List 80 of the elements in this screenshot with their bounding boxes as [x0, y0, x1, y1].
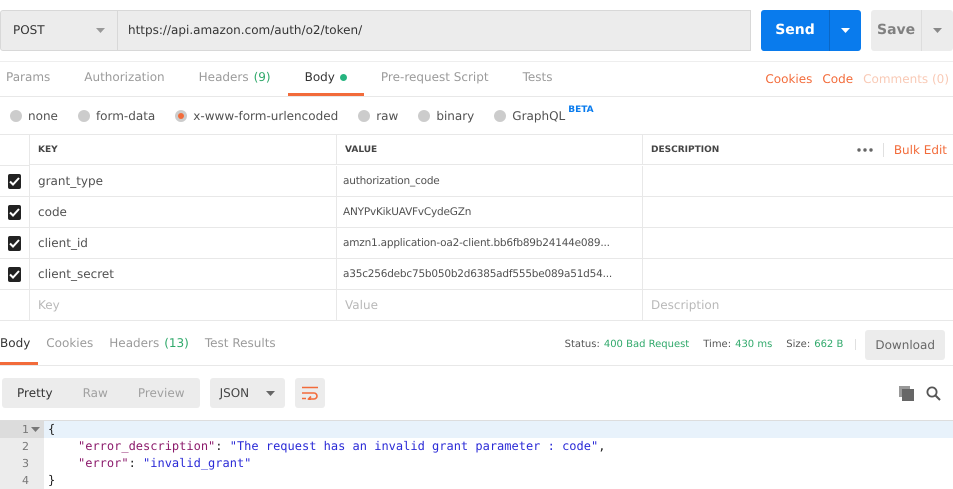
tab-count: (9) [254, 70, 271, 84]
checkbox[interactable] [8, 266, 21, 282]
fold-icon[interactable] [31, 426, 40, 432]
table-cell: grant_type [30, 166, 337, 198]
column-header: KEY [30, 135, 337, 166]
request-tab[interactable]: Headers (9) [182, 62, 288, 96]
request-tab[interactable]: Body [288, 62, 364, 96]
tab-count: (13) [164, 336, 189, 350]
request-tab[interactable]: Pre-request Script [364, 62, 506, 96]
tab-link[interactable]: Cookies [765, 72, 812, 86]
status-label: Status: [564, 339, 600, 350]
code-line: { [47, 422, 56, 436]
table-cell: ANYPvKikUAVFvCydeGZn [337, 197, 643, 228]
column-header: DESCRIPTION [651, 144, 720, 155]
beta-label: BETA [568, 104, 594, 115]
code-line: "error_description": "The request has an invalid grant parameter : code", [77, 439, 606, 454]
bulk-edit-link[interactable]: Bulk Edit [882, 142, 947, 157]
view-mode-button[interactable]: Raw [68, 378, 123, 408]
request-tab[interactable]: Tests [506, 62, 570, 96]
status-label: Time: [703, 339, 732, 350]
request-tab[interactable]: Params [0, 62, 68, 96]
caret-icon [841, 28, 850, 33]
send-dropdown-button[interactable] [829, 10, 861, 51]
table-cell: authorization_code [337, 166, 643, 198]
response-tab[interactable]: Body [0, 324, 38, 366]
wrap-button[interactable] [294, 378, 325, 408]
radio-button[interactable] [418, 110, 430, 122]
response-tab[interactable]: Test Results [196, 324, 284, 366]
placeholder-text[interactable]: Value [337, 290, 643, 322]
method-dropdown[interactable]: POST [0, 10, 118, 51]
placeholder-text[interactable]: Description [643, 290, 953, 322]
table-cell: amzn1.application-oa2-client.bb6fb89b24144e089... [337, 228, 643, 260]
radio-button[interactable] [78, 110, 90, 122]
checkbox[interactable] [8, 236, 21, 251]
placeholder-text[interactable]: Key [30, 290, 337, 322]
radio-label: raw [376, 108, 398, 123]
caret-icon [266, 390, 275, 396]
status-value: 400 Bad Request [604, 339, 690, 350]
wrap-lines-icon [300, 386, 319, 400]
view-mode-button[interactable]: Pretty [2, 378, 68, 408]
code-line: } [47, 473, 56, 488]
table-cell: client_id [30, 228, 337, 260]
request-tab[interactable]: Authorization [67, 62, 182, 96]
status-value: 430 ms [735, 339, 772, 350]
radio-button[interactable] [10, 110, 22, 122]
radio-button[interactable] [358, 110, 370, 122]
line-number: 2 [22, 440, 29, 453]
radio-label: binary [436, 108, 474, 123]
status-label: Size: [786, 339, 810, 350]
caret-icon [96, 28, 105, 33]
radio-label: form-data [96, 108, 156, 123]
response-tab[interactable]: Cookies [38, 324, 102, 366]
checkbox[interactable] [8, 204, 21, 220]
more-icon[interactable] [856, 148, 873, 152]
line-number: 4 [22, 474, 29, 487]
code-line: "error": "invalid_grant" [77, 456, 252, 470]
table-cell: client_secret [30, 259, 337, 290]
copy-icon[interactable] [899, 386, 914, 401]
radio-label: x-www-form-urlencoded [193, 108, 338, 123]
table-cell: code [30, 197, 337, 228]
url-field[interactable]: https://api.amazon.com/auth/o2/token/ [118, 10, 751, 51]
tab-link[interactable]: Code [822, 72, 854, 86]
search-icon[interactable] [926, 386, 941, 401]
save-button[interactable]: Save [871, 10, 921, 51]
checkbox[interactable] [8, 174, 21, 189]
download-button[interactable]: Download [865, 330, 945, 360]
status-value: 662 B [814, 339, 844, 350]
radio-button[interactable] [494, 110, 506, 122]
radio-button[interactable] [175, 110, 188, 122]
format-dropdown[interactable]: JSON [210, 378, 285, 408]
radio-label: GraphQL [512, 108, 566, 123]
send-button[interactable]: Send [761, 10, 829, 51]
line-number: 3 [22, 456, 29, 470]
table-cell: a35c256debc75b050b2d6385adf555be089a51d54... [337, 259, 643, 290]
line-number: 1 [22, 422, 29, 436]
column-header: VALUE [337, 135, 643, 166]
view-mode-button[interactable]: Preview [122, 378, 200, 408]
caret-icon [933, 28, 942, 33]
radio-label: none [28, 108, 58, 123]
response-tab[interactable]: Headers (13) [101, 324, 197, 366]
